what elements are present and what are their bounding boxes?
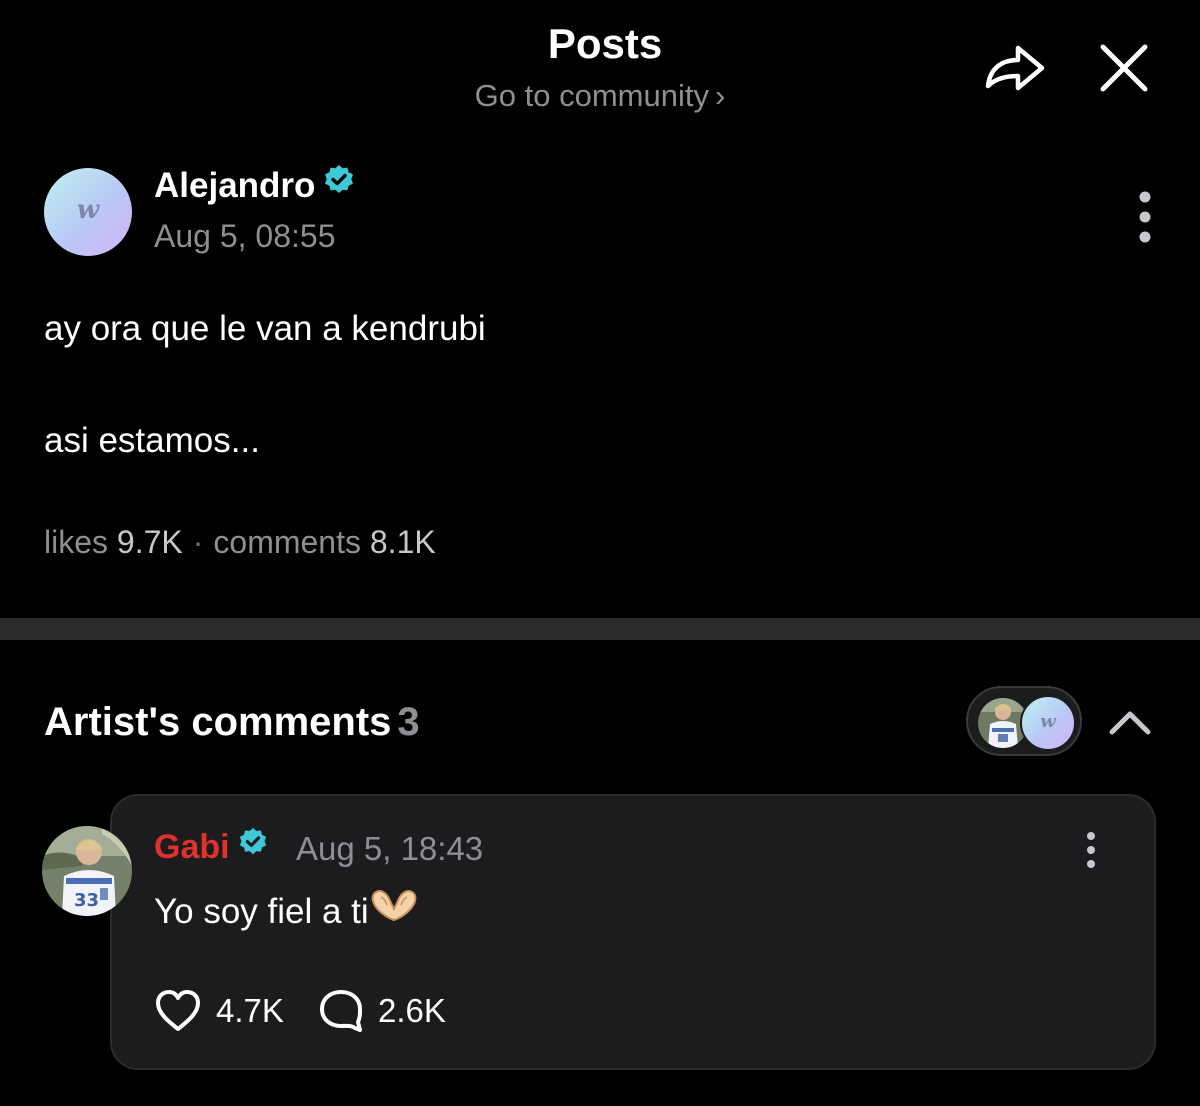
comment-like-button[interactable]: 4.7K	[154, 986, 284, 1036]
more-vertical-icon	[1087, 832, 1095, 868]
section-divider	[0, 618, 1200, 640]
share-icon	[985, 45, 1045, 91]
post-text-line: ay ora que le van a kendrubi	[44, 309, 486, 348]
stats-separator: ·	[192, 524, 204, 560]
close-icon	[1100, 44, 1148, 92]
comments-label: comments	[213, 524, 361, 560]
comment-bubble-icon	[320, 990, 362, 1032]
comment-timestamp: Aug 5, 18:43	[296, 830, 484, 867]
heart-hands-emoji	[369, 887, 419, 932]
collapse-comments-button[interactable]	[1104, 702, 1156, 742]
chevron-right-icon: ›	[714, 78, 726, 113]
comment-text: Yo soy fiel a ti	[154, 890, 419, 936]
more-vertical-icon	[1139, 191, 1151, 243]
author-name[interactable]: Alejandro	[154, 164, 355, 208]
top-bar: Posts Go to community ›	[0, 0, 1200, 130]
artist-comments-count: 3	[397, 700, 420, 744]
comment-text-body: Yo soy fiel a ti	[154, 891, 369, 931]
commenter-avatar[interactable]: 33	[42, 826, 132, 916]
comment-reply-count: 2.6K	[378, 992, 446, 1029]
svg-text:33: 33	[74, 890, 99, 911]
chevron-up-icon	[1109, 711, 1151, 735]
author-name-label: Alejandro	[154, 166, 316, 205]
avatar-letter: w	[1040, 711, 1056, 732]
close-button[interactable]	[1094, 38, 1154, 98]
avatar-letter: w	[76, 195, 100, 225]
verified-badge-icon	[238, 827, 268, 866]
likes-label: likes	[44, 524, 109, 560]
post-more-button[interactable]	[1128, 190, 1162, 246]
commenter-name-label: Gabi	[154, 828, 230, 866]
verified-badge-icon	[323, 164, 355, 205]
artist-comments-title: Artist's comments	[44, 700, 392, 744]
artist-w-avatar: w	[1020, 695, 1076, 751]
comments-count[interactable]: 8.1K	[370, 524, 436, 560]
comment-like-count: 4.7K	[216, 992, 284, 1029]
community-link-label: Go to community	[474, 78, 709, 113]
artist-avatars-pill[interactable]: w	[966, 686, 1082, 756]
author-avatar[interactable]: w	[44, 168, 132, 256]
comment-more-button[interactable]	[1074, 830, 1108, 870]
artist-comments-heading: Artist's comments 3	[44, 700, 420, 745]
heart-icon	[156, 990, 200, 1031]
post-text-line: asi estamos...	[44, 421, 260, 460]
likes-count[interactable]: 9.7K	[117, 524, 183, 560]
share-button[interactable]	[980, 36, 1048, 100]
comment-reply-button[interactable]: 2.6K	[318, 986, 446, 1036]
post-stats: likes 9.7K · comments 8.1K	[44, 524, 436, 561]
post-timestamp: Aug 5, 08:55	[154, 218, 336, 254]
commenter-name[interactable]: Gabi	[154, 827, 268, 869]
